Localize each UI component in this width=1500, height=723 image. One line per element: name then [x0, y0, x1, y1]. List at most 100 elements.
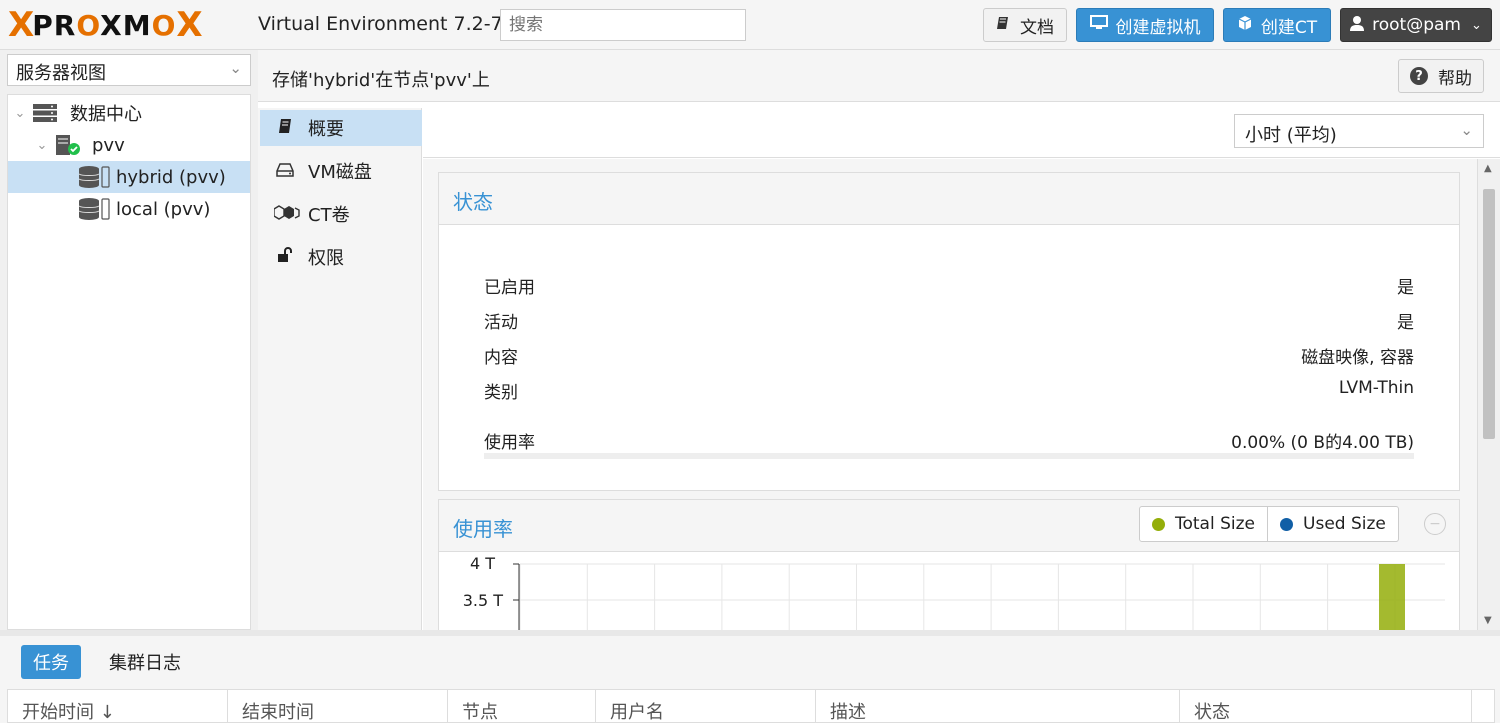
status-value: 是 — [1397, 313, 1414, 333]
status-value: LVM-Thin — [1338, 378, 1414, 398]
usage-chart-svg: 4 T 3.5 T — [463, 554, 1445, 630]
nav-vm-disks[interactable]: VM磁盘 — [260, 153, 422, 189]
logo-text-part: O — [151, 8, 177, 42]
header: X PROXMOX Virtual Environment 7.2-7 文档 创… — [0, 0, 1500, 50]
status-key: 活动 — [484, 313, 518, 333]
column-description[interactable]: 描述 — [816, 690, 1180, 723]
chevron-down-icon: ⌄ — [1470, 17, 1482, 33]
scrollbar-thumb[interactable] — [1483, 189, 1495, 439]
column-start-time[interactable]: 开始时间 ↓ — [8, 690, 228, 723]
status-row-enabled: 已启用 是 — [484, 273, 1414, 301]
expand-icon[interactable]: ⌄ — [12, 106, 28, 121]
tree-node-pvv[interactable]: ⌄ pvv — [8, 129, 250, 161]
status-row-content: 内容 磁盘映像, 容器 — [484, 343, 1414, 371]
create-ct-label: 创建CT — [1260, 17, 1318, 38]
user-menu-button[interactable]: root@pam ⌄ — [1340, 8, 1492, 42]
page-title: 存储'hybrid'在节点'pvv'上 — [272, 70, 490, 91]
logo-x-mark-end: X — [176, 5, 202, 45]
usage-chart: 4 T 3.5 T — [439, 552, 1459, 630]
tree-node-label: pvv — [92, 134, 125, 156]
summary-toolbar: 小时 (平均) ⌄ — [423, 108, 1500, 158]
column-node[interactable]: 节点 — [448, 690, 596, 723]
legend-dot-used — [1280, 517, 1294, 531]
legend-total-size[interactable]: Total Size — [1140, 507, 1267, 541]
nav-summary[interactable]: 概要 — [260, 110, 422, 146]
chevron-down-icon: ⌄ — [1460, 121, 1473, 139]
logo-text-part: O — [76, 8, 101, 42]
nav-permissions[interactable]: 权限 — [260, 239, 422, 275]
usage-progress-bar — [484, 453, 1414, 459]
help-label: 帮助 — [1438, 68, 1472, 89]
create-vm-label: 创建虚拟机 — [1115, 17, 1201, 38]
desktop-icon — [1089, 15, 1108, 35]
proxmox-logo[interactable]: X PROXMO X — [8, 5, 203, 45]
y-tick-label: 4 T — [470, 554, 495, 573]
datacenter-icon — [32, 102, 64, 124]
column-status[interactable]: 状态 — [1180, 690, 1472, 723]
total-size-bar[interactable] — [1379, 564, 1405, 630]
view-select[interactable]: 服务器视图 ⌄ — [7, 54, 251, 86]
collapse-icon[interactable]: − — [1424, 513, 1446, 535]
user-label: root@pam — [1372, 15, 1461, 35]
cube-icon — [1237, 15, 1253, 35]
tab-cluster-log[interactable]: 集群日志 — [96, 645, 194, 679]
create-vm-button[interactable]: 创建虚拟机 — [1076, 8, 1214, 42]
nav-ct-volumes[interactable]: CT卷 — [260, 196, 422, 232]
nav-label: CT卷 — [308, 205, 350, 226]
expand-icon[interactable]: ⌄ — [34, 138, 50, 153]
tab-tasks[interactable]: 任务 — [21, 645, 81, 679]
resource-tree-panel: 服务器视图 ⌄ ⌄ 数据中心 ⌄ pvv hybrid (pvv) local … — [0, 50, 258, 630]
tree-node-hybrid[interactable]: hybrid (pvv) — [8, 161, 250, 193]
status-key: 类别 — [484, 383, 518, 403]
version-label: Virtual Environment 7.2-7 — [258, 13, 503, 35]
legend-used-size[interactable]: Used Size — [1267, 507, 1398, 541]
book-icon — [996, 15, 1012, 35]
summary-content: 小时 (平均) ⌄ 状态 已启用 是 活动 是 内容 磁盘映像, 容器 类别 L… — [423, 108, 1500, 630]
book-icon — [274, 118, 296, 138]
vertical-scrollbar[interactable]: ▲ ▼ — [1477, 159, 1500, 630]
status-panel-title: 状态 — [453, 190, 493, 214]
storage-icon — [78, 166, 110, 188]
status-panel: 状态 已启用 是 活动 是 内容 磁盘映像, 容器 类别 LVM-Thin 使用… — [438, 172, 1460, 491]
logo-text-part: XM — [100, 8, 152, 42]
status-key: 已启用 — [484, 278, 535, 298]
timeframe-select[interactable]: 小时 (平均) ⌄ — [1234, 114, 1484, 148]
task-grid-header: 开始时间 ↓ 结束时间 节点 用户名 描述 状态 — [7, 689, 1495, 723]
status-key: 内容 — [484, 348, 518, 368]
storage-icon — [78, 198, 110, 220]
status-row-type: 类别 LVM-Thin — [484, 378, 1414, 406]
column-username[interactable]: 用户名 — [596, 690, 816, 723]
search-input[interactable] — [500, 9, 746, 41]
task-log-panel: 任务 集群日志 开始时间 ↓ 结束时间 节点 用户名 描述 状态 — [0, 636, 1500, 723]
tree-node-label: local (pvv) — [116, 198, 211, 220]
logo-text-part: PR — [32, 8, 77, 42]
tree-node-datacenter[interactable]: ⌄ 数据中心 — [8, 97, 250, 129]
status-value: 是 — [1397, 278, 1414, 298]
summary-scroll-area[interactable]: 状态 已启用 是 活动 是 内容 磁盘映像, 容器 类别 LVM-Thin 使用… — [423, 159, 1500, 630]
nav-label: 权限 — [308, 248, 344, 269]
legend-label: Used Size — [1303, 514, 1386, 534]
usage-chart-panel: 使用率 Total Size Used Size − 4 T 3.5 T — [438, 499, 1460, 630]
cubes-icon — [273, 204, 300, 224]
unlock-icon — [274, 247, 296, 267]
help-button[interactable]: ? 帮助 — [1398, 59, 1484, 93]
y-tick-label: 3.5 T — [463, 591, 504, 610]
column-end-time[interactable]: 结束时间 — [228, 690, 448, 723]
main-panel: 存储'hybrid'在节点'pvv'上 ? 帮助 概要 VM磁盘 CT卷 权限 … — [258, 50, 1500, 630]
question-icon: ? — [1410, 67, 1428, 85]
status-value: 磁盘映像, 容器 — [1301, 348, 1414, 368]
tree-node-local[interactable]: local (pvv) — [8, 193, 250, 225]
docs-button[interactable]: 文档 — [983, 8, 1067, 42]
scroll-down-icon[interactable]: ▼ — [1484, 615, 1492, 626]
timeframe-value: 小时 (平均) — [1245, 125, 1337, 146]
scroll-up-icon[interactable]: ▲ — [1484, 163, 1492, 174]
create-ct-button[interactable]: 创建CT — [1223, 8, 1331, 42]
status-key: 使用率 — [484, 433, 535, 453]
user-icon — [1350, 15, 1365, 35]
tree-node-label: 数据中心 — [70, 104, 142, 125]
title-bar: 存储'hybrid'在节点'pvv'上 ? 帮助 — [258, 50, 1500, 102]
status-value: 0.00% (0 B的4.00 TB) — [1231, 433, 1414, 453]
chart-legend: Total Size Used Size — [1139, 506, 1399, 542]
chart-grid — [519, 563, 1445, 630]
tree-node-label: hybrid (pvv) — [116, 166, 226, 188]
